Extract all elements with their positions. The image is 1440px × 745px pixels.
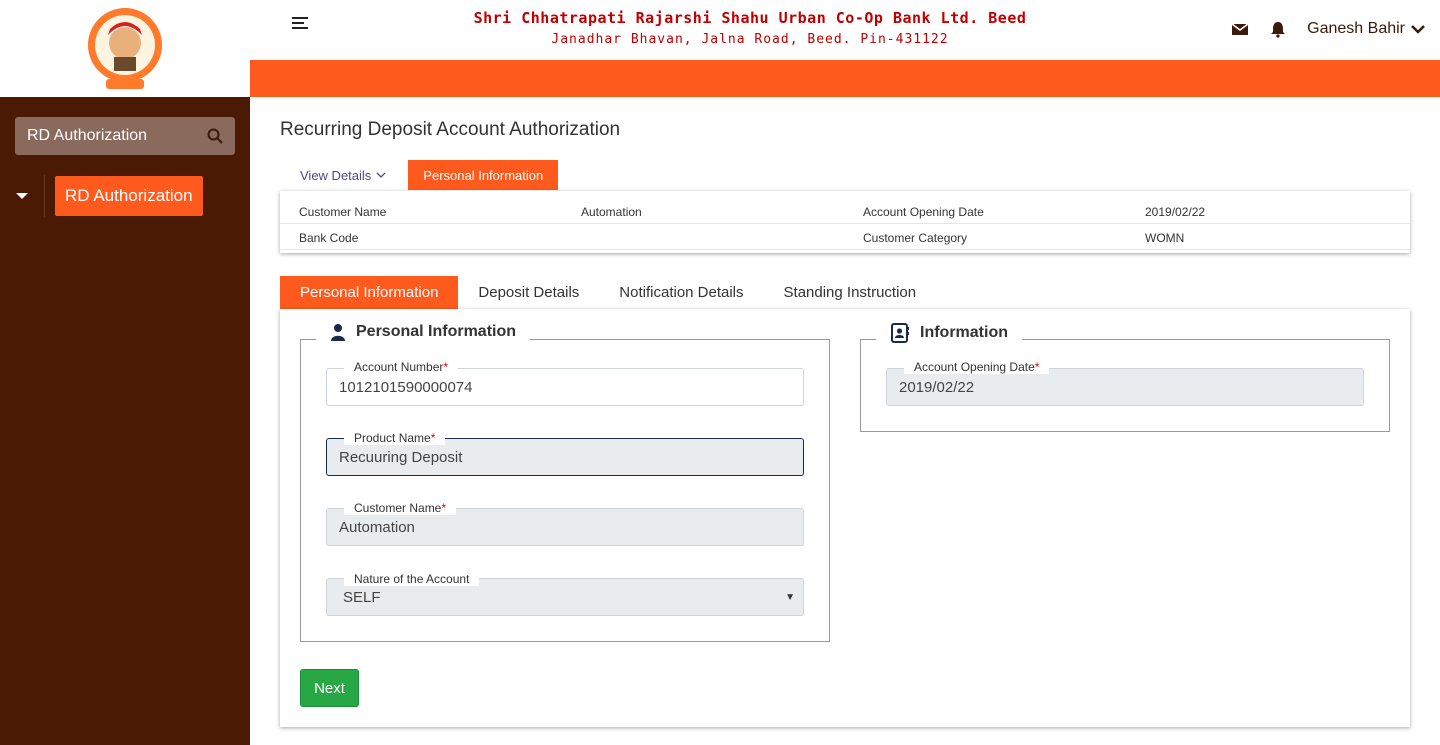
summary-label: Bank Code bbox=[299, 231, 359, 245]
user-menu[interactable]: Ganesh Bahir bbox=[1307, 20, 1425, 38]
tab-standing-instruction[interactable]: Standing Instruction bbox=[764, 276, 937, 309]
summary-label: Customer Name bbox=[299, 205, 387, 219]
required-mark: * bbox=[1034, 360, 1040, 374]
search-icon[interactable] bbox=[207, 128, 223, 144]
sidebar-search[interactable]: RD Authorization bbox=[15, 117, 235, 155]
chevron-down-icon bbox=[376, 172, 386, 178]
summary-label: Customer Category bbox=[863, 231, 968, 245]
tab-personal-information[interactable]: Personal Information bbox=[408, 160, 559, 190]
sidebar-search-label: RD Authorization bbox=[27, 127, 148, 144]
next-button[interactable]: Next bbox=[300, 669, 359, 707]
nature-of-account-label: Nature of the Account bbox=[344, 572, 480, 586]
bell-icon[interactable] bbox=[1269, 20, 1287, 38]
sidebar-item-rd-authorization[interactable]: RD Authorization bbox=[0, 175, 250, 217]
nature-of-account-value: SELF bbox=[343, 588, 381, 606]
tab-notification-details[interactable]: Notification Details bbox=[599, 276, 763, 309]
required-mark: * bbox=[443, 360, 449, 374]
account-number-label-text: Account Number bbox=[354, 360, 444, 374]
form-card: Personal Information 1012101590000074 Ac… bbox=[280, 309, 1410, 727]
information-title: Information bbox=[920, 324, 1008, 341]
user-icon bbox=[331, 324, 345, 341]
personal-info-legend: Personal Information bbox=[316, 323, 531, 341]
summary-label: Account Opening Date bbox=[863, 205, 984, 219]
account-opening-date-label: Account Opening Date* bbox=[904, 360, 1050, 374]
main-content: Recurring Deposit Account Authorization … bbox=[250, 97, 1440, 745]
logo-area bbox=[0, 0, 250, 97]
customer-name-label: Customer Name* bbox=[344, 501, 457, 515]
summary-table: Customer Name Automation Account Opening… bbox=[280, 191, 1410, 253]
table-row: Customer Name Automation Account Opening… bbox=[280, 199, 1410, 224]
information-legend: Information bbox=[876, 323, 1022, 343]
summary-value: 2019/02/22 bbox=[1145, 205, 1206, 219]
address-card-icon bbox=[891, 323, 909, 343]
product-name-label-text: Product Name bbox=[354, 431, 431, 445]
top-bar: Shri Chhatrapati Rajarshi Shahu Urban Co… bbox=[250, 0, 1440, 60]
tab-view-details[interactable]: View Details bbox=[290, 160, 396, 190]
page-title: Recurring Deposit Account Authorization bbox=[280, 119, 621, 140]
required-mark: * bbox=[441, 501, 447, 515]
sidebar-active-item[interactable]: RD Authorization bbox=[55, 176, 203, 216]
bank-logo bbox=[88, 7, 162, 89]
bank-name: Shri Chhatrapati Rajarshi Shahu Urban Co… bbox=[473, 9, 1027, 27]
header-accent-bar bbox=[250, 60, 1440, 97]
tab-deposit-details[interactable]: Deposit Details bbox=[458, 276, 599, 309]
product-name-label: Product Name* bbox=[344, 431, 446, 445]
tab-personal-information-form[interactable]: Personal Information bbox=[280, 276, 459, 309]
bank-address: Janadhar Bhavan, Jalna Road, Beed. Pin-4… bbox=[551, 32, 949, 47]
mail-icon[interactable] bbox=[1231, 20, 1249, 38]
user-name: Ganesh Bahir bbox=[1307, 20, 1405, 37]
form-tabs: Personal Information Deposit Details Not… bbox=[280, 276, 936, 309]
table-row: Bank Code Customer Category WOMN bbox=[280, 225, 1410, 250]
sidebar: RD Authorization RD Authorization bbox=[0, 97, 250, 745]
customer-name-label-text: Customer Name bbox=[354, 501, 442, 515]
personal-info-title: Personal Information bbox=[356, 323, 517, 340]
caret-down-icon[interactable] bbox=[0, 175, 45, 217]
account-number-label: Account Number* bbox=[344, 360, 459, 374]
chevron-down-icon bbox=[1411, 25, 1425, 34]
account-opening-date-label-text: Account Opening Date bbox=[914, 360, 1035, 374]
required-mark: * bbox=[430, 431, 436, 445]
top-tabs: View Details Personal Information bbox=[290, 160, 559, 190]
summary-value: Automation bbox=[581, 205, 642, 219]
summary-value: WOMN bbox=[1145, 231, 1185, 245]
select-arrow-icon: ▼ bbox=[785, 592, 795, 603]
tab-view-details-label: View Details bbox=[300, 167, 372, 183]
